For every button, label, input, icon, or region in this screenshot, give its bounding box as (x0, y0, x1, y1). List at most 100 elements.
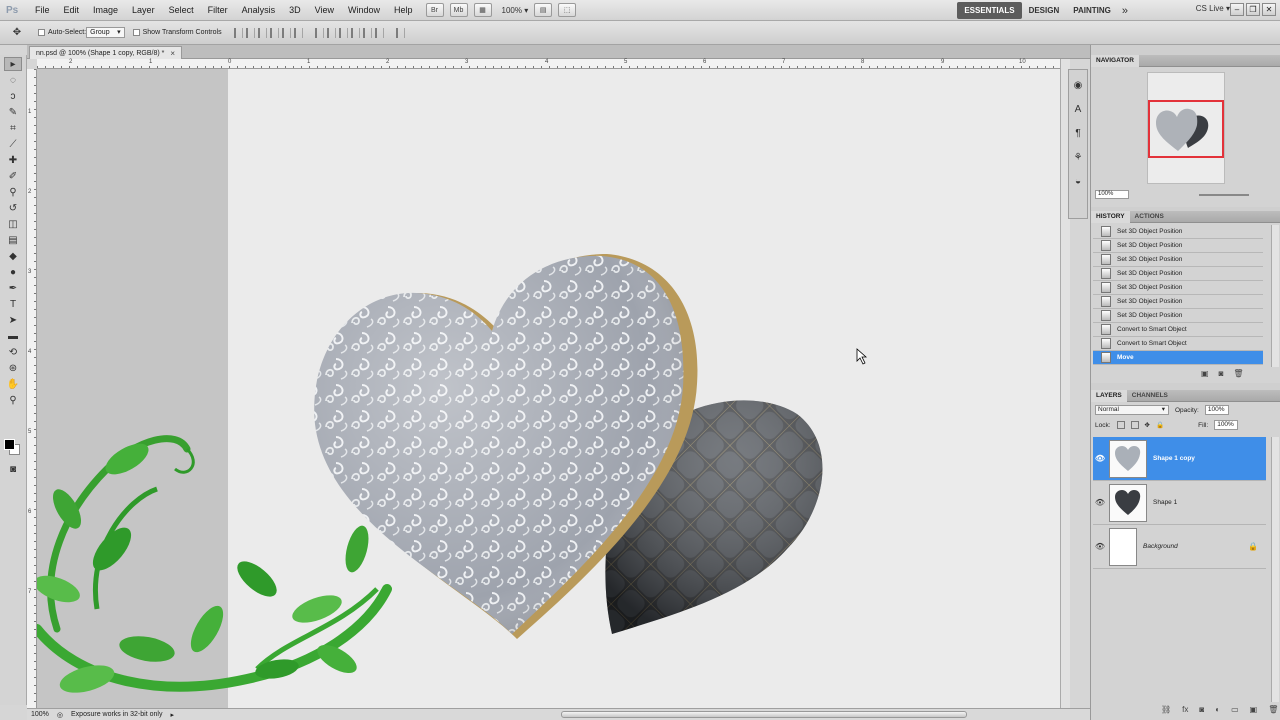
3d-orbit-tool-icon[interactable]: ⊛ (4, 361, 22, 375)
tab-layers[interactable]: LAYERS (1091, 389, 1127, 402)
menu-layer[interactable]: Layer (125, 5, 162, 15)
fill-field[interactable]: 100% (1214, 420, 1239, 430)
tab-channels[interactable]: CHANNELS (1127, 390, 1173, 402)
new-snapshot-icon[interactable]: ◙ (1219, 369, 1224, 378)
link-layers-icon[interactable]: ⛓ (1161, 705, 1171, 714)
adjustment-layer-icon[interactable]: ◐ (1215, 705, 1220, 714)
tab-actions[interactable]: ACTIONS (1130, 211, 1169, 223)
layer-style-icon[interactable]: fx (1182, 705, 1188, 714)
distribute-vcenter-icon[interactable] (326, 27, 336, 38)
horizontal-ruler[interactable]: 2 1 0 1 2 3 4 5 6 7 8 9 10 (37, 59, 1060, 69)
menu-edit[interactable]: Edit (57, 5, 87, 15)
close-document-icon[interactable]: × (170, 49, 175, 58)
3d-panel-icon[interactable]: ◉ (1069, 76, 1087, 94)
history-item[interactable]: Convert to Smart Object (1093, 337, 1263, 351)
show-transform-controls-checkbox[interactable]: Show Transform Controls (132, 29, 222, 36)
workspace-painting[interactable]: PAINTING (1066, 2, 1118, 19)
delete-layer-icon[interactable]: 🗑 (1268, 705, 1278, 714)
brush-tool-icon[interactable]: ✐ (4, 169, 22, 183)
menu-window[interactable]: Window (341, 5, 387, 15)
align-right-icon[interactable] (293, 27, 303, 38)
status-arrow-icon[interactable]: ▸ (170, 711, 174, 719)
add-mask-icon[interactable]: ◙ (1199, 705, 1204, 714)
zoom-tool-icon[interactable]: ⚲ (4, 393, 22, 407)
vertical-ruler[interactable]: 1 2 3 4 5 6 7 (27, 69, 37, 708)
align-top-icon[interactable] (233, 27, 243, 38)
navigator-zoom-slider[interactable] (1199, 194, 1249, 196)
lock-position-icon[interactable]: ✥ (1145, 421, 1150, 429)
history-item[interactable]: Set 3D Object Position (1093, 295, 1263, 309)
align-hcenter-icon[interactable] (281, 27, 291, 38)
menu-select[interactable]: Select (162, 5, 201, 15)
menu-image[interactable]: Image (86, 5, 125, 15)
paragraph-panel-icon[interactable]: ¶ (1069, 124, 1087, 142)
horizontal-scroll-thumb[interactable] (561, 711, 967, 718)
type-tool-icon[interactable]: T (4, 297, 22, 311)
more-workspaces-icon[interactable]: » (1122, 5, 1128, 17)
mini-bridge-icon[interactable]: Mb (449, 3, 468, 17)
clone-stamp-tool-icon[interactable]: ⚲ (4, 185, 22, 199)
distribute-right-icon[interactable] (374, 27, 384, 38)
history-item[interactable]: Convert to Smart Object (1093, 323, 1263, 337)
menu-analysis[interactable]: Analysis (235, 5, 283, 15)
menu-filter[interactable]: Filter (201, 5, 235, 15)
distribute-hcenter-icon[interactable] (362, 27, 372, 38)
navigator-zoom-field[interactable]: 100% (1095, 190, 1129, 199)
align-left-icon[interactable] (269, 27, 279, 38)
history-item[interactable]: Set 3D Object Position (1093, 281, 1263, 295)
quick-mask-icon[interactable]: ◙ (4, 462, 22, 476)
align-bottom-icon[interactable] (257, 27, 267, 38)
arrange-documents-icon[interactable]: ▤ (534, 3, 553, 17)
tab-history[interactable]: HISTORY (1091, 210, 1130, 223)
history-item[interactable]: Set 3D Object Position (1093, 267, 1263, 281)
close-icon[interactable]: ✕ (1262, 3, 1276, 16)
zoom-level-select[interactable]: 100% ▾ (502, 6, 529, 15)
brush-preset-panel-icon[interactable]: ◒ (1069, 172, 1087, 190)
layer-row[interactable]: 👁 Background 🔒 (1093, 525, 1266, 569)
layer-row[interactable]: 👁 Shape 1 copy (1093, 437, 1266, 481)
canvas-artwork[interactable] (37, 69, 1060, 708)
layers-scrollbar[interactable] (1271, 437, 1279, 702)
move-tool-icon[interactable]: ▸ (4, 57, 22, 71)
visibility-eye-icon[interactable]: 👁 (1093, 542, 1107, 551)
new-group-icon[interactable]: ▭ (1231, 705, 1239, 714)
delete-state-icon[interactable]: 🗑 (1233, 369, 1243, 378)
menu-file[interactable]: File (28, 5, 57, 15)
document-tab[interactable]: nn.psd @ 100% (Shape 1 copy, RGB/8) * × (29, 46, 183, 59)
lock-transparency-icon[interactable] (1116, 421, 1125, 429)
menu-3d[interactable]: 3D (282, 5, 308, 15)
lock-pixels-icon[interactable] (1130, 421, 1139, 429)
menu-view[interactable]: View (308, 5, 341, 15)
align-vcenter-icon[interactable] (245, 27, 255, 38)
auto-select-dropdown[interactable]: Group (86, 27, 125, 38)
history-item[interactable]: Set 3D Object Position (1093, 253, 1263, 267)
workspace-design[interactable]: DESIGN (1022, 2, 1067, 19)
navigator-view-box[interactable] (1148, 100, 1224, 158)
dodge-tool-icon[interactable]: ● (4, 265, 22, 279)
shape-tool-icon[interactable]: ▬ (4, 329, 22, 343)
restore-icon[interactable]: ❐ (1246, 3, 1260, 16)
visibility-eye-icon[interactable]: 👁 (1093, 498, 1107, 507)
history-brush-tool-icon[interactable]: ↺ (4, 201, 22, 215)
layer-row[interactable]: 👁 Shape 1 (1093, 481, 1266, 525)
tab-navigator[interactable]: NAVIGATOR (1091, 54, 1139, 67)
minimize-icon[interactable]: – (1230, 3, 1244, 16)
eyedropper-tool-icon[interactable]: ⟋ (4, 137, 22, 151)
history-item[interactable]: Set 3D Object Position (1093, 225, 1263, 239)
path-selection-tool-icon[interactable]: ➤ (4, 313, 22, 327)
opacity-field[interactable]: 100% (1204, 405, 1229, 415)
blend-mode-select[interactable]: Normal (1095, 405, 1169, 415)
view-extras-icon[interactable]: ▦ (473, 3, 492, 17)
distribute-left-icon[interactable] (350, 27, 360, 38)
healing-brush-tool-icon[interactable]: ✚ (4, 153, 22, 167)
visibility-eye-icon[interactable]: 👁 (1093, 454, 1107, 463)
auto-select-checkbox[interactable]: Auto-Select: (38, 29, 86, 36)
foreground-color-swatch[interactable] (4, 439, 15, 450)
bridge-icon[interactable]: Br (425, 3, 444, 17)
new-document-from-state-icon[interactable]: ▣ (1201, 369, 1209, 378)
status-zoom[interactable]: 100% (31, 711, 49, 718)
new-layer-icon[interactable]: ▣ (1250, 705, 1258, 714)
pen-tool-icon[interactable]: ✒ (4, 281, 22, 295)
auto-align-layers-icon[interactable] (395, 27, 405, 38)
workspace-essentials[interactable]: ESSENTIALS (957, 2, 1022, 19)
